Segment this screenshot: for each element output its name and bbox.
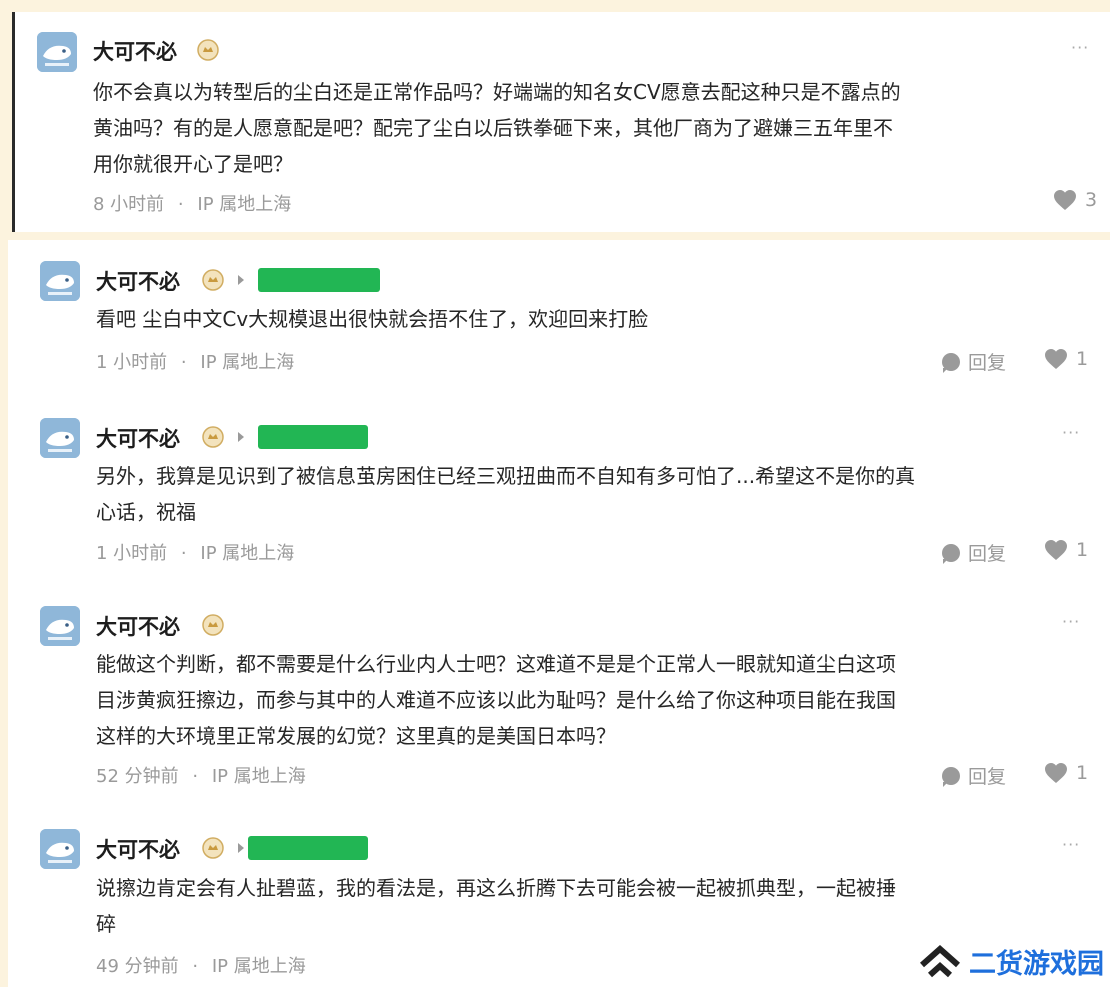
like-button[interactable]: 1 [1044,348,1088,370]
comment-bubble-icon [942,766,960,787]
comment-meta: 8 小时前 · IP 属地上海 [93,190,291,216]
reply-button[interactable]: 回复 [942,539,1006,566]
meta-separator: · [177,194,184,215]
avatar[interactable] [40,606,80,646]
reply-to-arrow-icon [238,275,244,285]
like-button[interactable]: 1 [1044,762,1088,784]
comment-bubble-icon [942,543,960,564]
heart-icon [1045,349,1067,369]
comment-meta: 52 分钟前 · IP 属地上海 [96,762,306,788]
meta-separator: · [192,956,199,977]
level-badge-icon [202,837,224,859]
comment-bubble-icon [942,352,960,373]
like-count: 1 [1076,348,1089,370]
like-button[interactable]: 1 [1044,539,1088,561]
redacted-username [258,268,380,292]
author-name[interactable]: 大可不必 [96,834,180,864]
reply-thread-card: 大可不必 看吧 尘白中文Cv大规模退出很快就会捂不住了，欢迎回来打脸 1 小时前… [8,240,1110,987]
avatar-image-icon [40,606,80,646]
heart-icon [1045,540,1067,560]
meta-separator: · [180,543,187,564]
comment-time: 1 小时前 [96,352,168,373]
comment-time: 52 分钟前 [96,766,179,787]
comment-meta: 49 分钟前 · IP 属地上海 [96,952,306,978]
author-name[interactable]: 大可不必 [93,36,177,66]
site-watermark: 二货游戏园 [919,942,1104,981]
like-count: 3 [1085,189,1098,211]
avatar-image-icon [37,32,77,72]
reply-to-arrow-icon [238,843,244,853]
more-options-icon[interactable]: ··· [1062,423,1080,442]
heart-icon [1054,190,1076,210]
avatar[interactable] [37,32,77,72]
comment-card-top: 大可不必 ··· 你不会真以为转型后的尘白还是正常作品吗？好端端的知名女CV愿意… [12,12,1110,232]
redacted-username [258,425,368,449]
comment-meta: 1 小时前 · IP 属地上海 [96,348,294,374]
level-badge-icon [202,614,224,636]
comment-time: 49 分钟前 [96,956,179,977]
reply-button[interactable]: 回复 [942,348,1006,375]
comment-content: 能做这个判断，都不需要是什么行业内人士吧？这难道不是是个正常人一眼就知道尘白这项… [96,652,896,748]
comment-ip: IP 属地上海 [211,766,306,787]
comment-ip: IP 属地上海 [197,194,292,215]
author-name[interactable]: 大可不必 [96,423,180,453]
chevron-logo-icon [920,944,960,977]
comment-ip: IP 属地上海 [211,956,306,977]
comment-meta: 1 小时前 · IP 属地上海 [96,539,294,565]
avatar[interactable] [40,829,80,869]
comment-content: 说擦边肯定会有人扯碧蓝，我的看法是，再这么折腾下去可能会被一起被抓典型，一起被捶… [96,876,896,936]
meta-separator: · [192,766,199,787]
reply-to-arrow-icon [238,432,244,442]
redacted-username [248,836,368,860]
more-options-icon[interactable]: ··· [1062,835,1080,854]
reply-label: 回复 [968,543,1007,565]
watermark-text: 二货游戏园 [969,949,1104,980]
level-badge-icon [202,269,224,291]
more-options-icon[interactable]: ··· [1062,612,1080,631]
level-badge-icon [202,426,224,448]
like-count: 1 [1076,762,1089,784]
avatar[interactable] [40,261,80,301]
avatar[interactable] [40,418,80,458]
comment-ip: IP 属地上海 [200,352,295,373]
avatar-image-icon [40,418,80,458]
more-options-icon[interactable]: ··· [1071,38,1089,57]
reply-button[interactable]: 回复 [942,762,1006,789]
author-name[interactable]: 大可不必 [96,266,180,296]
like-button[interactable]: 3 [1053,189,1097,211]
comment-ip: IP 属地上海 [200,543,295,564]
comment-time: 8 小时前 [93,194,165,215]
meta-separator: · [180,352,187,373]
author-name[interactable]: 大可不必 [96,611,180,641]
reply-label: 回复 [968,766,1007,788]
comment-content: 你不会真以为转型后的尘白还是正常作品吗？好端端的知名女CV愿意去配这种只是不露点… [93,80,901,176]
comment-content: 另外，我算是见识到了被信息茧房困住已经三观扭曲而不自知有多可怕了...希望这不是… [96,464,916,524]
level-badge-icon [197,39,219,61]
comment-time: 1 小时前 [96,543,168,564]
avatar-image-icon [40,261,80,301]
avatar-image-icon [40,829,80,869]
comment-content: 看吧 尘白中文Cv大规模退出很快就会捂不住了，欢迎回来打脸 [96,307,649,331]
heart-icon [1045,763,1067,783]
reply-label: 回复 [968,352,1007,374]
like-count: 1 [1076,539,1089,561]
